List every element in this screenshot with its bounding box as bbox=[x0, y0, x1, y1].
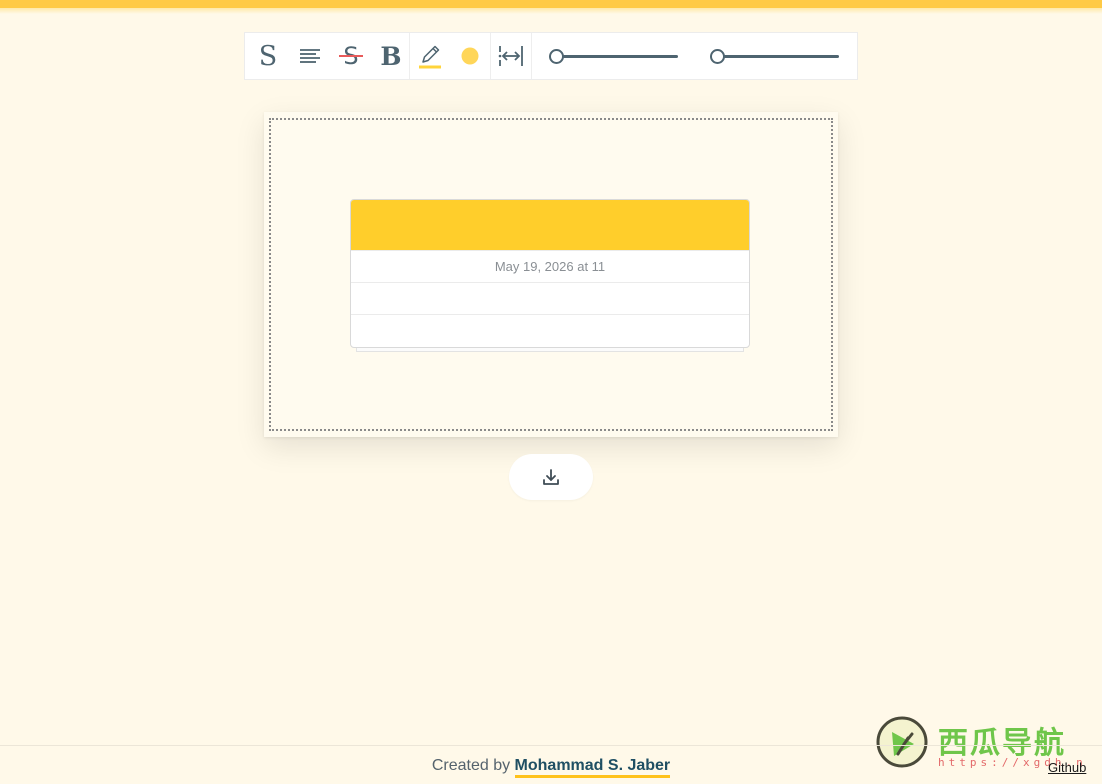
pencil-icon bbox=[419, 45, 441, 69]
top-accent-fade bbox=[0, 8, 1102, 14]
bold-icon: B bbox=[380, 42, 401, 71]
download-icon bbox=[543, 469, 559, 485]
bold-b-glyph: B bbox=[380, 42, 401, 71]
slider-2[interactable] bbox=[709, 33, 839, 79]
table-card[interactable]: May 19, 2026 at 11 bbox=[350, 199, 750, 348]
table-row[interactable]: May 19, 2026 at 11 bbox=[351, 250, 749, 282]
align-lines-icon bbox=[300, 49, 320, 63]
highlight-button[interactable] bbox=[410, 33, 450, 79]
width-button[interactable] bbox=[491, 33, 531, 79]
table-row[interactable] bbox=[351, 314, 749, 346]
slider-2-track bbox=[717, 55, 839, 58]
strikethrough-icon: S bbox=[339, 42, 363, 70]
bold-button[interactable]: B bbox=[373, 33, 409, 79]
slider-1-track bbox=[556, 55, 678, 58]
download-button[interactable] bbox=[509, 454, 593, 500]
footer-credit: Created by Mohammad S. Jaber bbox=[0, 757, 1102, 778]
table-header[interactable] bbox=[351, 200, 749, 250]
serif-s-glyph: S bbox=[259, 41, 278, 71]
slider-2-thumb[interactable] bbox=[710, 49, 725, 64]
canvas-card: May 19, 2026 at 11 bbox=[264, 112, 838, 437]
table-stack-shadow bbox=[356, 348, 744, 352]
created-by-label: Created by bbox=[431, 757, 511, 774]
slider-1-thumb[interactable] bbox=[549, 49, 564, 64]
strikethrough-button[interactable]: S bbox=[329, 33, 373, 79]
color-picker-button[interactable] bbox=[450, 33, 490, 79]
width-arrows-icon bbox=[498, 46, 523, 66]
slider-1[interactable] bbox=[548, 33, 678, 79]
top-accent-bar bbox=[0, 0, 1102, 8]
github-link[interactable]: Github bbox=[1048, 760, 1086, 775]
text-align-button[interactable] bbox=[291, 33, 329, 79]
serif-s-icon: S bbox=[259, 41, 278, 71]
toolbar: S S B bbox=[244, 32, 858, 80]
toolbar-divider bbox=[531, 33, 532, 79]
font-family-button[interactable]: S bbox=[245, 33, 291, 79]
author-link[interactable]: Mohammad S. Jaber bbox=[514, 757, 671, 778]
table-cell: May 19, 2026 at 11 bbox=[494, 259, 606, 274]
footer: Created by Mohammad S. Jaber Github bbox=[0, 745, 1102, 784]
table-row[interactable] bbox=[351, 282, 749, 314]
color-dot-icon bbox=[461, 47, 479, 65]
